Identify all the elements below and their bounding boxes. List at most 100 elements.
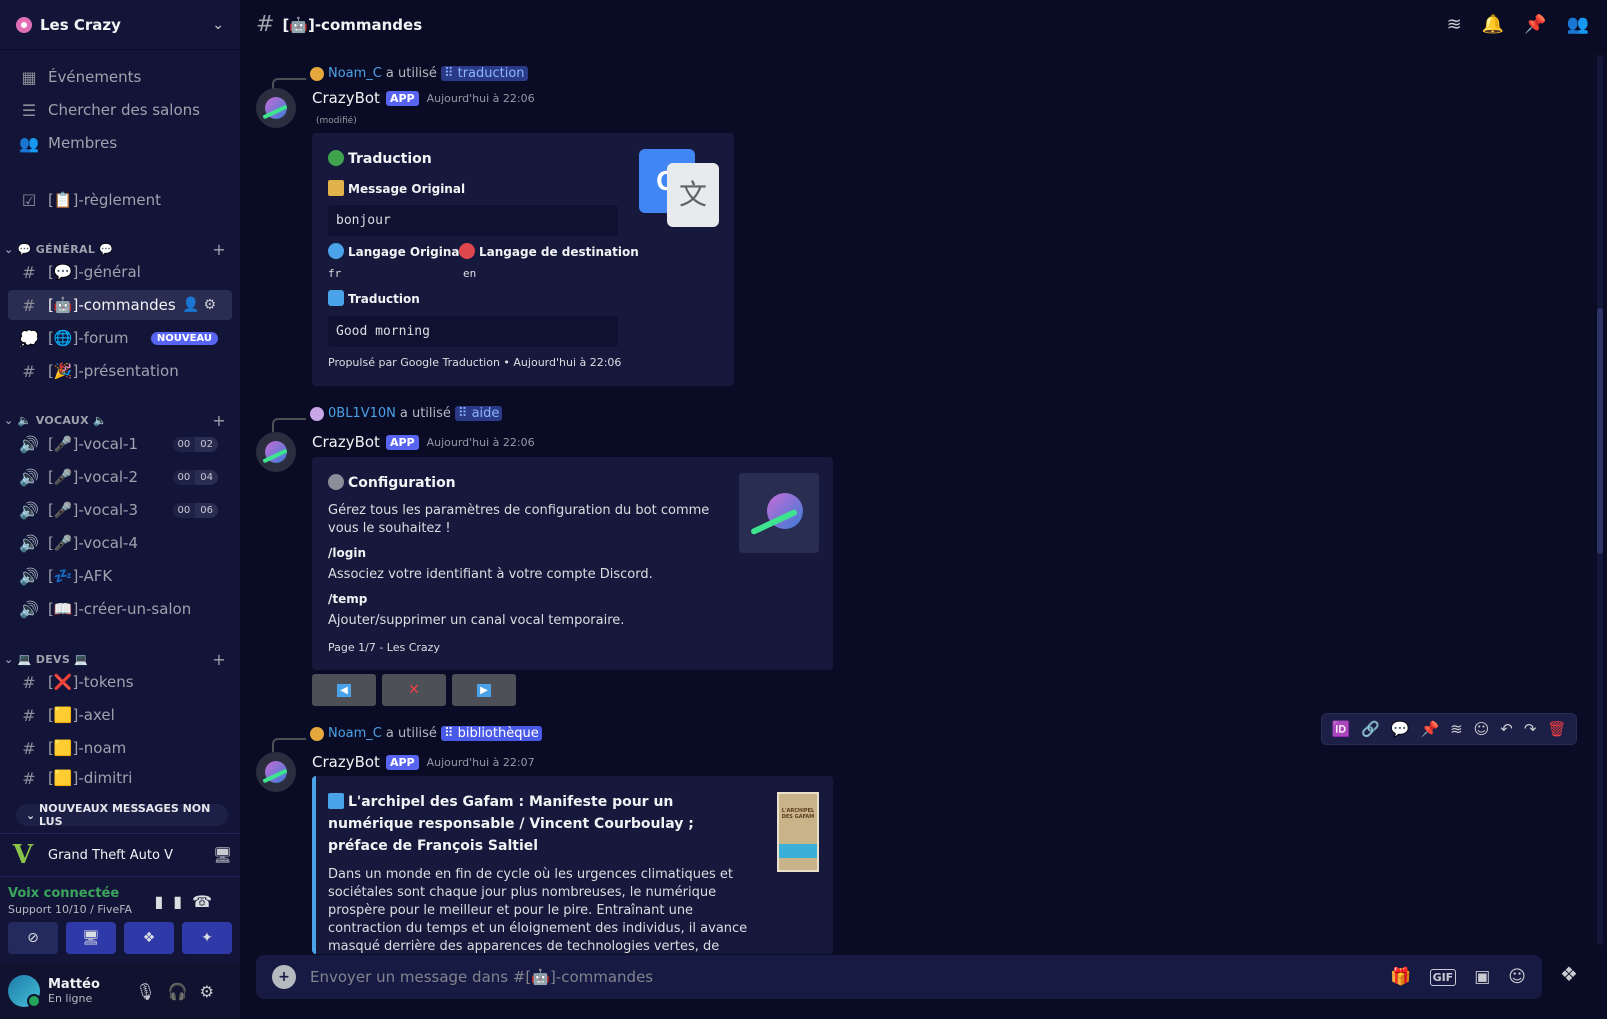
book-cover-thumbnail[interactable]: L'ARCHIPEL DES GAFAM xyxy=(777,792,819,872)
embed-description: Dans un monde en fin de cycle où les urg… xyxy=(328,867,748,954)
count-max: 02 xyxy=(195,436,218,452)
headphones-icon[interactable]: 🎧 xyxy=(168,982,200,1001)
server-header[interactable]: Les Crazy ⌄ xyxy=(0,0,240,50)
reply-username[interactable]: Noam_C xyxy=(328,66,382,81)
channel-presentation[interactable]: # [🎉]-présentation xyxy=(8,356,232,386)
id-icon[interactable]: 🆔 xyxy=(1331,720,1350,738)
threads-icon[interactable]: ≋ xyxy=(1450,720,1463,738)
embed-title[interactable]: L'archipel des Gafam : Manifeste pour un… xyxy=(328,791,738,857)
members-list-icon[interactable]: 👥 xyxy=(1567,14,1589,35)
close-button[interactable]: ✕ xyxy=(382,674,446,706)
reply-username[interactable]: Noam_C xyxy=(328,726,382,741)
channel-rules[interactable]: ☑ [📋]-règlement xyxy=(8,185,232,215)
author-name[interactable]: CrazyBot xyxy=(312,433,380,451)
activities-button[interactable]: ❖ xyxy=(124,922,174,954)
reply-text: a utilisé xyxy=(399,406,451,421)
hash-icon: # xyxy=(256,12,275,37)
gear-icon[interactable]: ⚙ xyxy=(200,982,226,1001)
voice-channel-3[interactable]: 🔊 [🎤]-vocal-3 00 06 xyxy=(8,495,232,525)
add-channel-icon[interactable]: + xyxy=(212,240,226,259)
emoji-reaction-icon[interactable]: ☺ xyxy=(1474,720,1490,738)
channel-commandes[interactable]: # [🤖]-commandes 👤⚙ xyxy=(8,290,232,320)
command-name[interactable]: ⠿ traduction xyxy=(440,66,528,81)
nav-members[interactable]: 👥 Membres xyxy=(8,128,232,158)
category-general[interactable]: ⌄ 💬 GÉNÉRAL 💬 + xyxy=(4,239,230,259)
server-name: Les Crazy xyxy=(40,15,121,34)
apps-icon[interactable]: ❖ xyxy=(1560,962,1578,986)
voice-channel-2-label: [🎤]-vocal-2 xyxy=(48,468,139,486)
unread-messages-pill[interactable]: ⌄ NOUVEAUX MESSAGES NON LUS xyxy=(16,802,228,828)
forward-icon[interactable]: ↷ xyxy=(1524,720,1537,738)
camera-off-button[interactable]: ⊘ xyxy=(8,922,58,954)
command-reply-line: 0BL1V10N a utilisé ⠿ aide xyxy=(310,406,503,421)
disconnect-icon[interactable]: ☎ xyxy=(192,892,222,911)
reply-username[interactable]: 0BL1V10N xyxy=(328,406,396,421)
screen-share-button[interactable]: 🖥 xyxy=(66,922,116,954)
pin-icon[interactable]: 📌 xyxy=(1420,720,1439,738)
gif-icon[interactable]: GIF xyxy=(1429,968,1457,986)
emoji-icon[interactable]: ☺ xyxy=(1508,967,1526,987)
voice-controls[interactable]: ▮▮☎ xyxy=(154,892,222,911)
nav-events[interactable]: ▦ Événements xyxy=(8,62,232,92)
microphone-icon[interactable]: 🎙 xyxy=(135,982,167,1001)
field-value: en xyxy=(463,267,477,280)
voice-channel-create[interactable]: 🔊 [📖]-créer-un-salon xyxy=(8,594,232,624)
field-name: Langage de destination xyxy=(459,243,639,259)
avatar[interactable] xyxy=(310,66,324,81)
voice-channel-afk[interactable]: 🔊 [💤]-AFK xyxy=(8,561,232,591)
add-attachment-icon[interactable]: + xyxy=(272,965,296,989)
reply-icon[interactable]: ↶ xyxy=(1500,720,1513,738)
author-name[interactable]: CrazyBot xyxy=(312,753,380,771)
message-input[interactable] xyxy=(310,968,1391,986)
nav-browse-channels[interactable]: ☰ Chercher des salons xyxy=(8,95,232,125)
channel-axel[interactable]: # [🟨]-axel xyxy=(8,700,232,730)
soundboard-icon[interactable]: ▮▮ xyxy=(154,892,192,911)
thread-icon[interactable]: 💬 xyxy=(1391,720,1410,738)
pin-icon[interactable]: 📌 xyxy=(1524,14,1546,35)
sticker-icon[interactable]: ▣ xyxy=(1474,967,1490,987)
google-translate-thumbnail[interactable]: G 文 xyxy=(639,149,719,229)
soundboard-button[interactable]: ✦ xyxy=(182,922,232,954)
embed-title: Configuration xyxy=(328,474,456,491)
bell-icon[interactable]: 🔔 xyxy=(1482,14,1504,35)
voice-channel-4-label: [🎤]-vocal-4 xyxy=(48,534,139,552)
voice-channel-2[interactable]: 🔊 [🎤]-vocal-2 00 04 xyxy=(8,462,232,492)
avatar[interactable] xyxy=(256,432,296,472)
channel-tokens[interactable]: # [❌]-tokens xyxy=(8,667,232,697)
avatar[interactable] xyxy=(256,88,296,128)
command-name[interactable]: ⠿ bibliothèque xyxy=(440,726,542,741)
avatar[interactable] xyxy=(256,752,296,792)
speech-icon: 💬 xyxy=(95,242,114,256)
next-page-button[interactable]: ▶ xyxy=(452,674,516,706)
category-devs[interactable]: ⌄ 💻 DEVS 💻 + xyxy=(4,649,230,669)
scrollbar-thumb[interactable] xyxy=(1597,308,1603,554)
avatar[interactable] xyxy=(8,975,41,1008)
channel-settings-icons[interactable]: 👤⚙ xyxy=(182,297,220,313)
channel-dimitri[interactable]: # [🟨]-dimitri xyxy=(8,766,232,790)
threads-icon[interactable]: ≋ xyxy=(1447,14,1462,35)
avatar[interactable] xyxy=(310,406,324,421)
voice-channel-1[interactable]: 🔊 [🎤]-vocal-1 00 02 xyxy=(8,429,232,459)
channel-header: # [🤖]-commandes ≋ 🔔 📌 👥 xyxy=(240,0,1607,50)
channel-general[interactable]: # [💬]-général xyxy=(8,257,232,287)
command-name[interactable]: ⠿ aide xyxy=(454,406,503,421)
category-vocaux[interactable]: ⌄ 🔈 VOCAUX 🔈 + xyxy=(4,410,230,430)
voice-channel-4[interactable]: 🔊 [🎤]-vocal-4 xyxy=(8,528,232,558)
gift-icon[interactable]: 🎁 xyxy=(1390,967,1411,987)
author-name[interactable]: CrazyBot xyxy=(312,89,380,107)
add-channel-icon[interactable]: + xyxy=(212,411,226,430)
add-channel-icon[interactable]: + xyxy=(212,650,226,669)
channel-forum[interactable]: 💭 [🌐]-forum NOUVEAU xyxy=(8,323,232,353)
field-name: /login xyxy=(328,546,366,560)
screen-share-icon[interactable]: 🖥 xyxy=(213,846,232,864)
chevron-down-icon[interactable]: ⌄ xyxy=(212,17,224,33)
bot-logo-thumbnail[interactable] xyxy=(739,473,819,553)
avatar[interactable] xyxy=(310,726,324,741)
app-badge: APP xyxy=(385,90,419,106)
previous-page-button[interactable]: ◀ xyxy=(312,674,376,706)
link-icon[interactable]: 🔗 xyxy=(1361,720,1380,738)
delete-icon[interactable]: 🗑 xyxy=(1547,720,1566,738)
user-name[interactable]: Mattéo xyxy=(48,977,100,992)
timestamp: Aujourd'hui à 22:06 xyxy=(426,435,535,449)
channel-noam[interactable]: # [🟨]-noam xyxy=(8,733,232,763)
